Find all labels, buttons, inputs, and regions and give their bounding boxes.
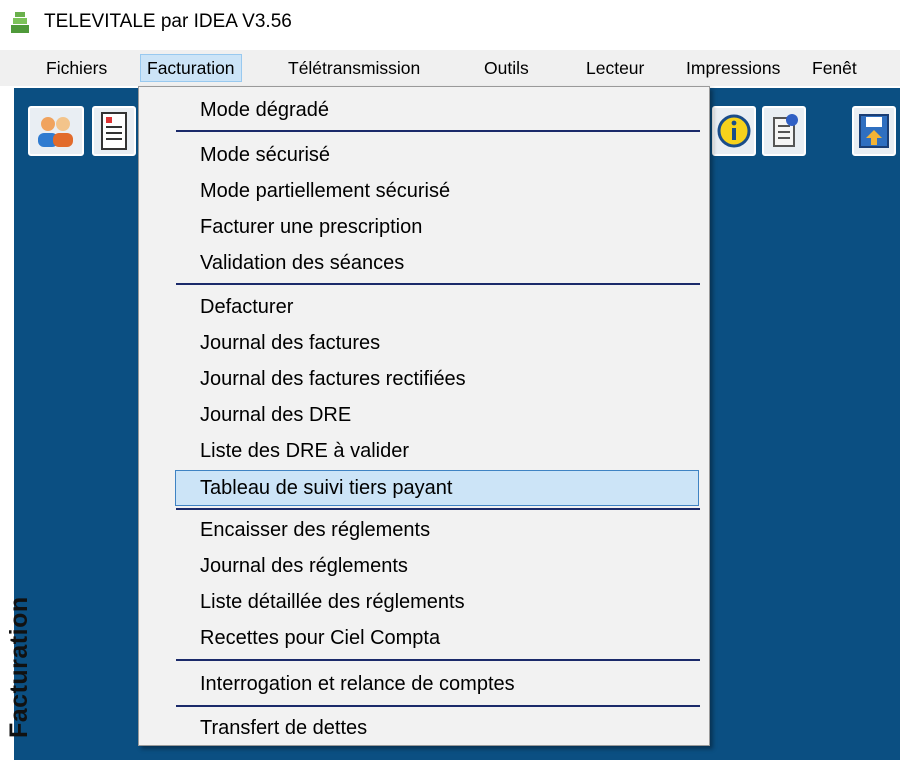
document-icon — [101, 112, 127, 150]
menu-side-strip — [139, 87, 175, 745]
app-icon — [11, 12, 29, 33]
menu-item-mode-partiellement-securise[interactable]: Mode partiellement sécurisé — [200, 175, 450, 207]
menu-item-journal-factures-rectifiees[interactable]: Journal des factures rectifiées — [200, 363, 466, 395]
menu-separator — [176, 283, 700, 285]
menu-impressions[interactable]: Impressions — [680, 54, 786, 82]
menu-item-facturer-prescription[interactable]: Facturer une prescription — [200, 211, 422, 243]
menu-fichiers[interactable]: Fichiers — [40, 54, 113, 82]
menu-item-tableau-suivi-tiers-payant[interactable]: Tableau de suivi tiers payant — [200, 472, 452, 504]
menu-bar: Fichiers Facturation Télétransmission Ou… — [0, 50, 900, 86]
menu-item-transfert-dettes[interactable]: Transfert de dettes — [200, 712, 367, 744]
menu-item-validation-seances[interactable]: Validation des séances — [200, 247, 404, 279]
window-title: TELEVITALE par IDEA V3.56 — [44, 11, 292, 32]
menu-item-liste-dre-valider[interactable]: Liste des DRE à valider — [200, 435, 409, 467]
info-icon — [717, 114, 751, 148]
menu-separator — [176, 508, 700, 510]
menu-item-recettes-ciel-compta[interactable]: Recettes pour Ciel Compta — [200, 622, 440, 654]
menu-lecteur[interactable]: Lecteur — [580, 54, 650, 82]
toolbar-save-button[interactable] — [852, 106, 896, 156]
menu-item-liste-detaillee-reglements[interactable]: Liste détaillée des réglements — [200, 586, 465, 618]
toolbar-patients-button[interactable] — [28, 106, 84, 156]
menu-item-defacturer[interactable]: Defacturer — [200, 291, 293, 323]
patients-icon — [38, 117, 73, 147]
menu-teletransmission[interactable]: Télétransmission — [282, 54, 426, 82]
menu-outils[interactable]: Outils — [478, 54, 535, 82]
menu-separator — [176, 130, 700, 132]
menu-item-journal-factures[interactable]: Journal des factures — [200, 327, 380, 359]
notes-icon — [773, 114, 798, 147]
menu-item-mode-degrade[interactable]: Mode dégradé — [200, 94, 329, 126]
toolbar-notes-button[interactable] — [762, 106, 806, 156]
toolbar-info-button[interactable] — [712, 106, 756, 156]
menu-facturation[interactable]: Facturation — [140, 54, 242, 82]
menu-item-journal-reglements[interactable]: Journal des réglements — [200, 550, 408, 582]
save-transfer-icon — [859, 114, 889, 148]
menu-side-label: Facturation — [5, 596, 34, 738]
menu-separator — [176, 705, 700, 707]
toolbar-document-button[interactable] — [92, 106, 136, 156]
menu-item-encaisser-reglements[interactable]: Encaisser des réglements — [200, 514, 430, 546]
menu-fenetre[interactable]: Fenêt — [806, 54, 863, 82]
menu-item-mode-securise[interactable]: Mode sécurisé — [200, 139, 330, 171]
menu-separator — [176, 659, 700, 661]
menu-item-journal-dre[interactable]: Journal des DRE — [200, 399, 351, 431]
menu-item-interrogation-relance[interactable]: Interrogation et relance de comptes — [200, 668, 515, 700]
title-bar: TELEVITALE par IDEA V3.56 — [0, 0, 900, 44]
